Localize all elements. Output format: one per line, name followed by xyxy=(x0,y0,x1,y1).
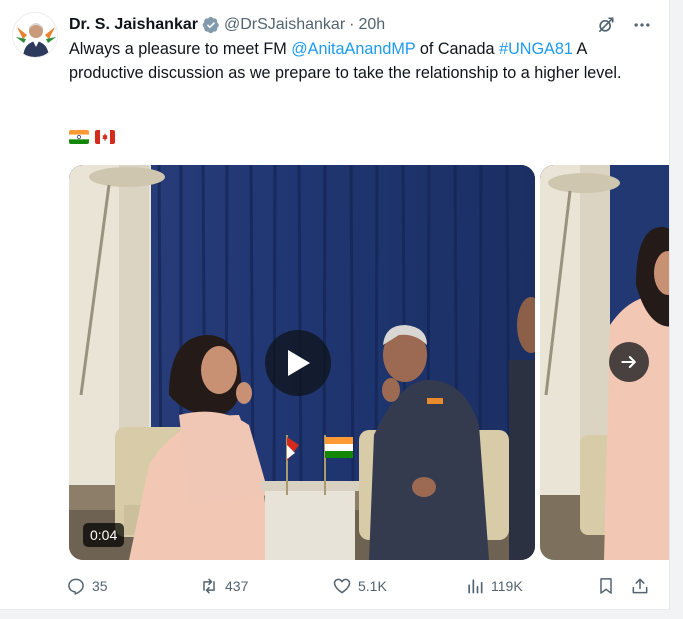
canada-flag-icon xyxy=(95,130,115,144)
reply-icon xyxy=(68,578,84,595)
next-media-button[interactable] xyxy=(609,342,649,382)
second-media-thumbnail xyxy=(540,165,669,560)
tweet-text-part: Always a pleasure to meet FM xyxy=(69,40,292,58)
bookmark-button[interactable] xyxy=(596,574,616,598)
share-icon xyxy=(632,578,648,594)
tweet-card[interactable]: Dr. S. Jaishankar @DrSJaishankar · 20h A… xyxy=(0,0,670,610)
avatar-image xyxy=(13,13,57,57)
flag-emojis xyxy=(69,130,115,144)
reply-count: 35 xyxy=(92,578,108,594)
like-count: 5.1K xyxy=(358,578,387,594)
view-count: 119K xyxy=(491,578,523,594)
video-duration: 0:04 xyxy=(83,523,125,547)
separator-dot: · xyxy=(349,16,355,33)
grok-icon[interactable] xyxy=(595,14,617,36)
display-name[interactable]: Dr. S. Jaishankar xyxy=(69,16,198,34)
share-button[interactable] xyxy=(630,574,650,598)
reply-button[interactable]: 35 xyxy=(66,574,108,598)
header-actions xyxy=(595,14,653,36)
mention-link[interactable]: @AnitaAnandMP xyxy=(291,40,415,58)
arrow-right-icon xyxy=(621,356,636,368)
views-button[interactable]: 119K xyxy=(465,574,523,598)
tweet-text-part: of Canada xyxy=(415,40,500,58)
repost-count: 437 xyxy=(225,578,249,594)
repost-icon xyxy=(203,578,215,594)
hashtag-link[interactable]: #UNGA81 xyxy=(499,40,573,58)
play-icon xyxy=(288,350,310,376)
tweet-text: Always a pleasure to meet FM @AnitaAnand… xyxy=(69,38,639,85)
more-options-icon[interactable] xyxy=(631,14,653,36)
tweet-header: Dr. S. Jaishankar @DrSJaishankar · 20h xyxy=(69,14,649,36)
handle[interactable]: @DrSJaishankar xyxy=(224,16,345,34)
second-media-preview[interactable] xyxy=(540,165,669,560)
timestamp[interactable]: 20h xyxy=(358,16,385,34)
action-bar: 35 437 5.1K 119K xyxy=(66,574,656,598)
bookmark-icon xyxy=(600,578,612,594)
india-flag-icon xyxy=(69,130,89,144)
avatar[interactable] xyxy=(12,12,58,58)
verified-badge-icon xyxy=(202,16,219,34)
like-button[interactable]: 5.1K xyxy=(332,574,387,598)
heart-icon xyxy=(333,578,351,594)
views-chart-icon xyxy=(468,579,483,594)
repost-button[interactable]: 437 xyxy=(199,574,248,598)
play-button[interactable] xyxy=(265,330,331,396)
